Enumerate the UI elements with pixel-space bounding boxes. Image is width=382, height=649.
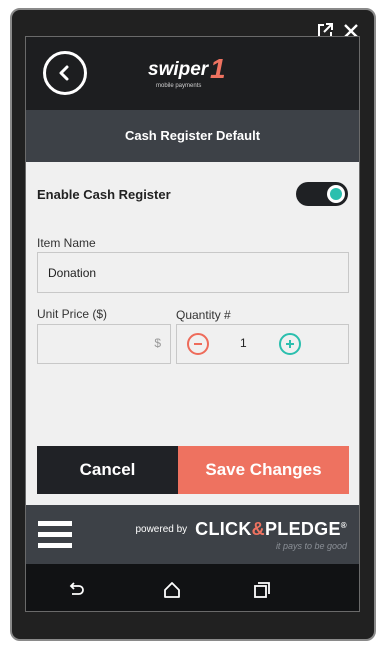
chevron-left-icon bbox=[59, 65, 69, 81]
back-icon[interactable] bbox=[66, 580, 86, 600]
logo-tagline: mobile payments bbox=[156, 83, 201, 89]
decrement-button[interactable] bbox=[187, 333, 209, 355]
app-header: swiper 1 mobile payments bbox=[26, 37, 359, 110]
increment-button[interactable] bbox=[279, 333, 301, 355]
page-title: Cash Register Default bbox=[26, 110, 359, 162]
powered-by-text: powered by bbox=[135, 524, 188, 535]
back-button[interactable] bbox=[43, 51, 87, 95]
logo-number: 1 bbox=[210, 53, 226, 84]
unit-price-label: Unit Price ($) bbox=[37, 307, 108, 321]
settings-form: Enable Cash Register Item Name Unit Pric… bbox=[26, 162, 359, 505]
toggle-knob bbox=[327, 185, 345, 203]
quantity-value: 1 bbox=[240, 336, 247, 350]
quantity-stepper: 1 bbox=[176, 324, 349, 364]
recent-apps-icon[interactable] bbox=[252, 580, 272, 600]
plus-icon bbox=[286, 340, 294, 348]
app-screen: swiper 1 mobile payments Cash Register D… bbox=[25, 36, 360, 612]
currency-suffix: $ bbox=[154, 336, 161, 350]
item-name-label: Item Name bbox=[37, 236, 96, 250]
quantity-label: Quantity # bbox=[176, 308, 231, 322]
unit-price-field: $ bbox=[37, 324, 171, 364]
app-footer: powered by CLICK&PLEDGE® it pays to be g… bbox=[26, 505, 359, 564]
enable-cash-register-row: Enable Cash Register bbox=[37, 182, 348, 208]
swiper-logo: swiper 1 mobile payments bbox=[146, 51, 238, 91]
cancel-button[interactable]: Cancel bbox=[37, 446, 178, 494]
unit-price-input[interactable] bbox=[37, 324, 171, 364]
android-nav-bar bbox=[26, 564, 359, 611]
hamburger-menu-icon[interactable] bbox=[38, 521, 72, 549]
minus-icon bbox=[194, 343, 202, 345]
powered-by-branding: powered by CLICK&PLEDGE® it pays to be g… bbox=[135, 519, 347, 551]
save-changes-button[interactable]: Save Changes bbox=[178, 446, 349, 494]
logo-text: swiper bbox=[148, 59, 210, 80]
enable-cash-register-toggle[interactable] bbox=[296, 182, 348, 206]
brand-tagline: it pays to be good bbox=[275, 541, 347, 551]
home-icon[interactable] bbox=[162, 580, 182, 600]
enable-cash-register-label: Enable Cash Register bbox=[37, 187, 171, 202]
click-pledge-logo: CLICK&PLEDGE® bbox=[195, 519, 347, 539]
item-name-input[interactable] bbox=[37, 252, 349, 293]
